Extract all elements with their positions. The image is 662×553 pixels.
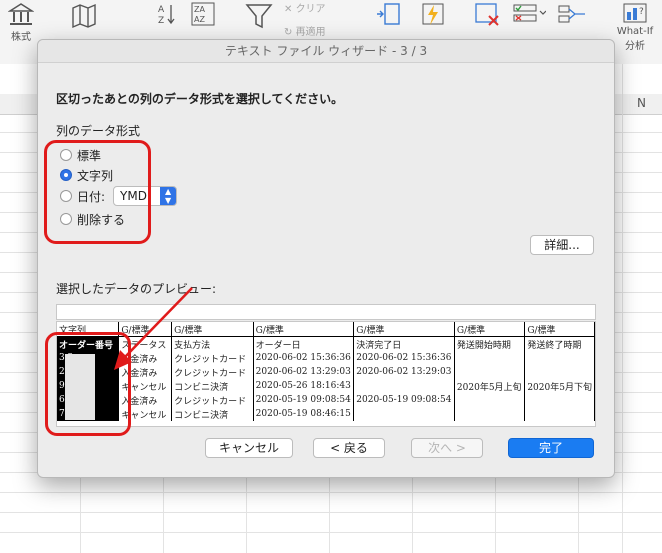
geography-button[interactable] (66, 0, 102, 30)
finish-button[interactable]: 完了 (508, 438, 594, 458)
custom-sort-button[interactable]: ZA AZ (190, 0, 216, 26)
sort-button[interactable]: A Z (156, 0, 178, 26)
sort-az-icon: A Z (158, 5, 175, 26)
remove-duplicates-icon (475, 3, 499, 26)
clear-filter-group: ✕ クリア ↻ 再適用 (284, 0, 344, 38)
consolidate-icon (558, 5, 585, 23)
flash-fill-icon (422, 3, 444, 25)
flash-fill-button[interactable] (418, 0, 448, 28)
text-import-wizard-dialog: テキスト ファイル ウィザード - 3 / 3 区切ったあとの列のデータ形式を選… (37, 39, 615, 478)
data-validation-icon (513, 4, 546, 22)
consolidate-button[interactable] (556, 0, 588, 28)
column-header-n: N (637, 96, 646, 110)
text-columns-icon (377, 3, 400, 25)
stock-button[interactable]: 株式 (4, 0, 38, 43)
filter-funnel-icon (245, 4, 273, 29)
next-button[interactable]: 次へ > (411, 438, 483, 458)
bank-icon (8, 3, 34, 25)
cancel-button[interactable]: キャンセル (205, 438, 293, 458)
sort-grid-icon: ZA AZ (191, 2, 215, 26)
map-icon (72, 3, 96, 29)
clear-button[interactable]: ✕ クリア (284, 0, 344, 15)
text-to-columns-button[interactable] (374, 0, 404, 28)
clear-icon: ✕ (284, 4, 296, 15)
grid-line (622, 64, 623, 553)
what-if-button[interactable]: ? What-If 分析 (612, 0, 658, 52)
svg-text:Z: Z (158, 16, 164, 26)
filter-button[interactable] (244, 0, 274, 30)
remove-duplicates-button[interactable] (472, 0, 502, 28)
grid-line (0, 532, 662, 533)
reapply-button[interactable]: ↻ 再適用 (284, 23, 344, 38)
stock-label: 株式 (11, 32, 31, 43)
grid-line (0, 492, 662, 493)
what-if-icon: ? (623, 3, 647, 23)
svg-text:ZA: ZA (194, 5, 205, 14)
reapply-icon: ↻ (284, 27, 296, 38)
data-validation-button[interactable] (510, 0, 548, 28)
svg-text:AZ: AZ (194, 15, 205, 24)
svg-text:A: A (158, 5, 165, 15)
svg-text:?: ? (639, 7, 644, 17)
back-button[interactable]: < 戻る (313, 438, 385, 458)
grid-line (0, 512, 662, 513)
annotation-arrow-icon (114, 287, 193, 370)
